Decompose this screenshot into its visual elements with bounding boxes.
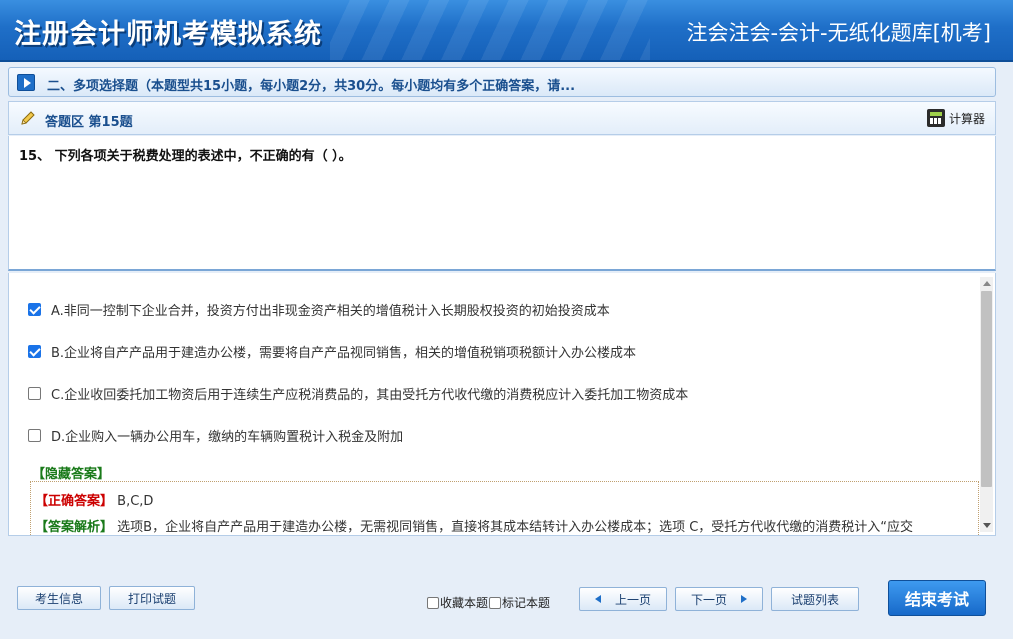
print-button[interactable]: 打印试题 [109,586,195,610]
correct-answer-label: 【正确答案】 [35,494,114,509]
calculator-label: 计算器 [948,111,985,126]
option-b-checkbox[interactable] [28,345,41,358]
favorite-toggle[interactable]: 收藏本题 [427,594,488,611]
option-a-checkbox[interactable] [28,303,41,316]
option-b[interactable]: B.企业将自产产品用于建造办公楼，需要将自产产品视同销售，相关的增值税销项税额计… [28,342,636,361]
calculator-icon [926,109,945,127]
app-title: 注册会计师机考模拟系统 [14,19,322,50]
scroll-thumb[interactable] [981,291,992,487]
answer-box: 【正确答案】 B,C,D 【答案解析】 选项B，企业将自产产品用于建造办公楼，无… [30,481,979,535]
header-decoration [330,0,650,60]
question-panel: 15、 下列各项关于税费处理的表述中，不正确的有（ ）。 [8,136,996,271]
option-c[interactable]: C.企业收回委托加工物资后用于连续生产应税消费品的，其由受托方代收代缴的消费税应… [28,384,688,403]
calculator-button[interactable]: 计算器 [926,109,985,127]
scroll-up-icon[interactable] [983,281,991,286]
arrow-left-icon [594,595,601,603]
option-b-text: B.企业将自产产品用于建造办公楼，需要将自产产品视同销售，相关的增值税销项税额计… [51,346,637,361]
option-a-text: A.非同一控制下企业合并，投资方付出非现金资产相关的增值税计入长期股权投资的初始… [51,304,610,319]
favorite-label: 收藏本题 [440,596,489,610]
end-exam-button[interactable]: 结束考试 [888,580,986,616]
option-c-checkbox[interactable] [28,387,41,400]
next-page-button[interactable]: 下一页 [675,587,763,611]
scroll-down-icon[interactable] [983,523,991,528]
pencil-icon [21,111,35,125]
options-scrollbar[interactable] [980,277,993,532]
options-panel: A.非同一控制下企业合并，投资方付出非现金资产相关的增值税计入长期股权投资的初始… [8,273,996,536]
hide-answer-link[interactable]: 【隐藏答案】 [32,463,110,482]
option-d-text: D.企业购入一辆办公用车，缴纳的车辆购置税计入税金及附加 [51,430,404,445]
mark-toggle[interactable]: 标记本题 [489,594,550,611]
option-d[interactable]: D.企业购入一辆办公用车，缴纳的车辆购置税计入税金及附加 [28,426,403,445]
question-stem: 15、 下列各项关于税费处理的表述中，不正确的有（ ）。 [19,149,352,164]
option-d-checkbox[interactable] [28,429,41,442]
exam-title: 注会注会-会计-无纸化题库[机考] [686,21,991,45]
mark-label: 标记本题 [502,596,551,610]
mark-checkbox[interactable] [489,596,501,609]
favorite-checkbox[interactable] [427,596,439,609]
next-page-label: 下一页 [690,592,727,607]
analysis-row: 【答案解析】 选项B，企业将自产产品用于建造办公楼，无需视同销售，直接将其成本结… [35,516,913,535]
prev-page-label: 上一页 [614,592,651,607]
student-info-button[interactable]: 考生信息 [17,586,101,610]
option-a[interactable]: A.非同一控制下企业合并，投资方付出非现金资产相关的增值税计入长期股权投资的初始… [28,300,610,319]
correct-answer-row: 【正确答案】 B,C,D [35,490,153,509]
analysis-label: 【答案解析】 [35,520,114,535]
prev-page-button[interactable]: 上一页 [579,587,667,611]
app-header: 注册会计师机考模拟系统 注会注会-会计-无纸化题库[机考] [0,0,1013,62]
arrow-right-icon [741,595,747,603]
question-list-button[interactable]: 试题列表 [771,587,859,611]
correct-answer-value: B,C,D [117,494,154,509]
option-c-text: C.企业收回委托加工物资后用于连续生产应税消费品的，其由受托方代收代缴的消费税应… [51,388,689,403]
answer-area-header: 答题区 第15题 计算器 [8,101,996,135]
section-banner[interactable]: 二、多项选择题（本题型共15小题，每小题2分，共30分。每小题均有多个正确答案，… [8,67,996,97]
analysis-text: 选项B，企业将自产产品用于建造办公楼，无需视同销售，直接将其成本结转计入办公楼成… [117,520,914,535]
play-icon[interactable] [17,74,35,91]
question-number-label: 答题区 第15题 [45,115,133,130]
section-title: 二、多项选择题（本题型共15小题，每小题2分，共30分。每小题均有多个正确答案，… [47,79,576,94]
footer-toolbar: 考生信息 打印试题 收藏本题 标记本题 上一页 下一页 试题列表 结束考试 [8,572,996,628]
